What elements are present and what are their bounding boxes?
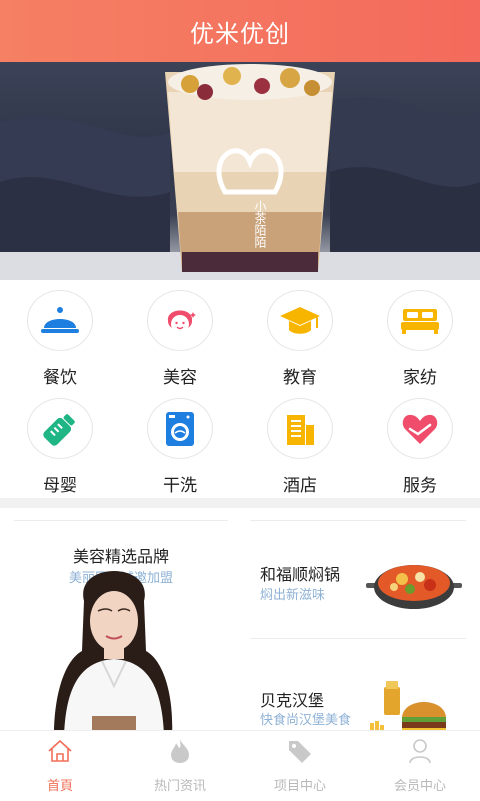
tab-label: 热门资讯 [153, 779, 206, 794]
heart-hand-icon [402, 414, 438, 444]
category-icon-circle [387, 290, 453, 351]
category-home-textile[interactable]: 家纺 [360, 280, 480, 388]
category-label: 美容 [163, 368, 197, 388]
category-icon-circle [27, 398, 93, 459]
category-dry-cleaning[interactable]: 干洗 [120, 388, 240, 496]
category-label: 家纺 [403, 368, 437, 388]
flame-icon [166, 737, 194, 765]
promo-beauty-brand[interactable]: 美容精选品牌 美丽田园诚邀加盟 [14, 520, 228, 735]
graduation-cap-icon [280, 306, 320, 334]
model-portrait-image [54, 571, 173, 735]
hotpot-dish-image [366, 565, 462, 609]
tab-home[interactable]: 首頁 [0, 731, 120, 801]
burger-meal-image [370, 681, 446, 735]
tab-label: 首頁 [46, 779, 73, 794]
category-icon-circle [267, 290, 333, 351]
tab-member-center[interactable]: 会员中心 [360, 731, 480, 801]
home-icon [46, 737, 74, 765]
banner-image[interactable]: 小茶陌陌 [0, 62, 480, 280]
tab-label: 项目中心 [273, 779, 326, 794]
category-icon-circle [387, 398, 453, 459]
category-beauty[interactable]: 美容 [120, 280, 240, 388]
category-label: 餐饮 [43, 368, 77, 388]
tab-hot-news[interactable]: 热门资讯 [120, 731, 240, 801]
category-label: 服务 [403, 476, 437, 496]
category-label: 酒店 [283, 476, 317, 496]
category-grid: 餐饮 美容 教育 家纺 母婴 干洗 酒店 服务 [0, 280, 480, 496]
app-header: 优米优创 [0, 0, 480, 62]
washing-machine-icon [166, 411, 194, 446]
category-catering[interactable]: 餐饮 [0, 280, 120, 388]
category-maternity[interactable]: 母婴 [0, 388, 120, 496]
section-divider [0, 498, 480, 508]
category-service[interactable]: 服务 [360, 388, 480, 496]
category-icon-circle [147, 290, 213, 351]
tab-label: 会员中心 [393, 779, 446, 794]
page-title: 优米优创 [190, 19, 290, 48]
category-icon-circle [27, 290, 93, 351]
category-label: 母婴 [43, 476, 77, 496]
promo-hotpot[interactable]: 和福顺焖锅 焖出新滋味 [250, 520, 466, 638]
cup-print-text: 小茶陌陌 [253, 200, 267, 248]
user-icon [406, 737, 434, 765]
promo-title: 和福顺焖锅 [260, 565, 341, 584]
category-icon-circle [147, 398, 213, 459]
category-education[interactable]: 教育 [240, 280, 360, 388]
promo-title: 贝克汉堡 [260, 691, 325, 710]
bed-icon [401, 308, 439, 334]
baby-bottle-icon [43, 413, 75, 446]
bottom-tab-bar: 首頁 热门资讯 项目中心 会员中心 [0, 730, 480, 800]
milk-tea-photo [0, 64, 480, 280]
promo-subtitle: 焖出新滋味 [260, 588, 326, 603]
food-cloche-icon [41, 306, 79, 333]
promo-subtitle: 快食尚汉堡美食 [260, 713, 352, 728]
tab-project-center[interactable]: 项目中心 [240, 731, 360, 801]
category-label: 教育 [283, 368, 317, 388]
category-label: 干洗 [163, 476, 197, 496]
category-hotel[interactable]: 酒店 [240, 388, 360, 496]
category-icon-circle [267, 398, 333, 459]
tag-icon [286, 737, 314, 765]
promo-burger[interactable]: 贝克汉堡 快食尚汉堡美食 [250, 638, 466, 735]
hotel-building-icon [287, 414, 314, 445]
beauty-face-icon [167, 310, 196, 333]
